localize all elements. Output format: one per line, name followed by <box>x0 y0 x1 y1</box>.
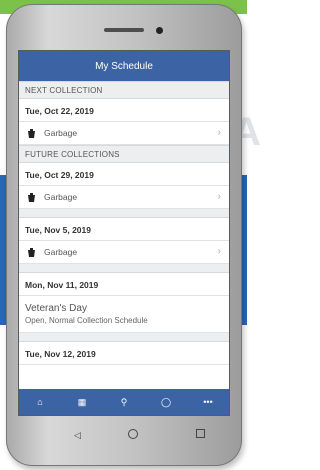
next-collection-header: NEXT COLLECTION <box>19 81 229 99</box>
list-gap <box>19 333 229 342</box>
collection-item[interactable]: Garbage › <box>19 241 229 264</box>
future-collections-header: FUTURE COLLECTIONS <box>19 145 229 163</box>
holiday-event[interactable]: Veteran's Day Open, Normal Collection Sc… <box>19 296 229 333</box>
phone-screen: My Schedule NEXT COLLECTION Tue, Oct 22,… <box>18 50 230 416</box>
event-title: Veteran's Day <box>25 303 87 314</box>
list-gap <box>19 209 229 218</box>
collection-date: Tue, Nov 12, 2019 <box>19 342 229 365</box>
page-title: My Schedule <box>95 60 153 72</box>
collection-date: Tue, Oct 29, 2019 <box>19 163 229 186</box>
list-gap <box>19 264 229 273</box>
phone-device: My Schedule NEXT COLLECTION Tue, Oct 22,… <box>6 4 242 466</box>
item-label: Garbage <box>44 128 78 138</box>
collection-date: Tue, Nov 5, 2019 <box>19 218 229 241</box>
app-header: My Schedule <box>19 51 229 81</box>
item-label: Garbage <box>44 247 78 257</box>
chevron-right-icon: › <box>217 246 221 257</box>
trash-icon <box>27 128 36 138</box>
next-collection-item[interactable]: Garbage › <box>19 122 229 145</box>
more-icon[interactable]: ••• <box>194 397 222 407</box>
back-icon[interactable]: ◁ <box>74 430 81 441</box>
event-date: Mon, Nov 11, 2019 <box>19 273 229 296</box>
bottom-tab-bar: ⌂ ▦ ⚲ ◯ ••• <box>19 389 229 415</box>
home-button-icon[interactable] <box>128 429 138 439</box>
search-icon[interactable]: ⚲ <box>110 397 138 408</box>
speaker-grille <box>104 28 144 32</box>
front-camera <box>156 27 163 34</box>
collection-item[interactable]: Garbage › <box>19 186 229 209</box>
home-icon[interactable]: ⌂ <box>26 397 54 407</box>
chevron-right-icon: › <box>217 191 221 202</box>
next-collection-date: Tue, Oct 22, 2019 <box>19 99 229 122</box>
item-label: Garbage <box>44 192 78 202</box>
trash-icon <box>27 192 36 202</box>
recent-apps-icon[interactable] <box>196 429 205 438</box>
chat-icon[interactable]: ◯ <box>152 397 180 408</box>
calendar-icon[interactable]: ▦ <box>68 397 96 408</box>
event-subtitle: Open, Normal Collection Schedule <box>25 316 148 325</box>
chevron-right-icon: › <box>217 127 221 138</box>
trash-icon <box>27 247 36 257</box>
